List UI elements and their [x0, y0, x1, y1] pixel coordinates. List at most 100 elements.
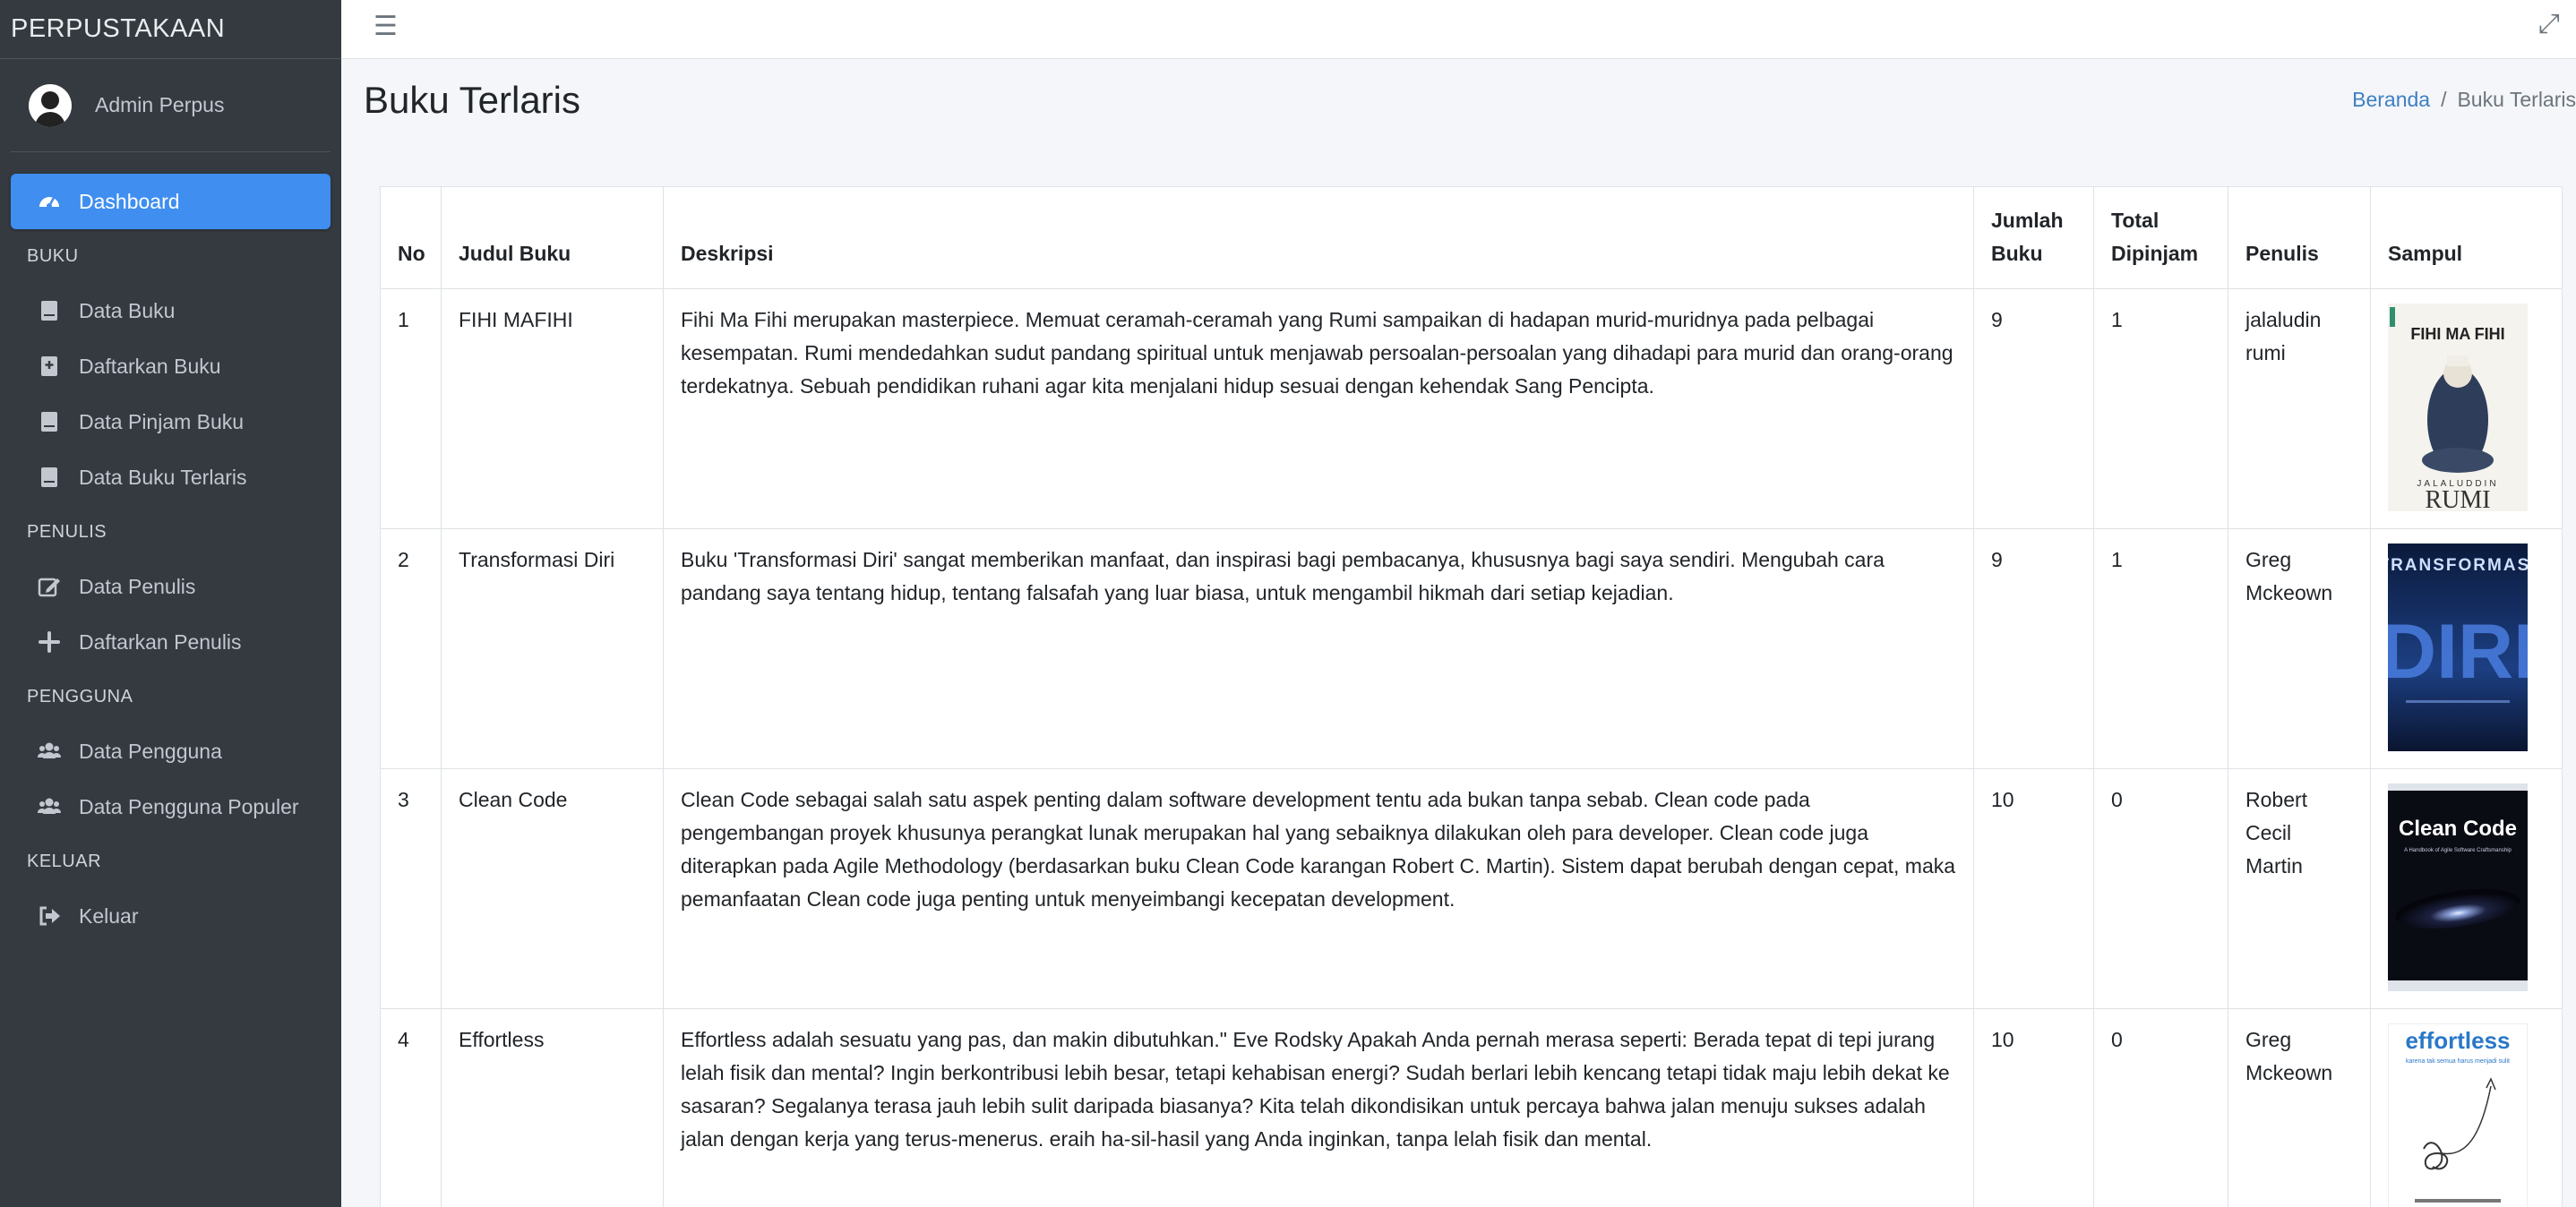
cell-deskripsi: Buku 'Transformasi Diri' sangat memberik… — [663, 528, 1974, 769]
book-cover-effortless: effortless karena tak semua harus menjad… — [2388, 1023, 2528, 1207]
sidebar-item-label: Dashboard — [79, 189, 180, 213]
cell-no: 3 — [380, 768, 442, 1009]
cell-penulis: jalaludin rumi — [2228, 288, 2371, 529]
top-navbar: ☰ ⤢ — [341, 0, 2576, 59]
sidebar-item-data-penulis[interactable]: Data Penulis — [11, 559, 331, 614]
sidebar-item-daftarkan-penulis[interactable]: Daftarkan Penulis — [11, 614, 331, 670]
cell-deskripsi: Effortless adalah sesuatu yang pas, dan … — [663, 1008, 1974, 1207]
table-row: 2 Transformasi Diri Buku 'Transformasi D… — [380, 528, 2563, 769]
cell-no: 2 — [380, 528, 442, 769]
cell-jumlah: 9 — [1973, 288, 2094, 529]
sign-out-icon — [36, 903, 63, 929]
dashboard-icon — [36, 188, 63, 215]
svg-text:TRANSFORMASI: TRANSFORMASI — [2388, 556, 2528, 575]
breadcrumb-home-link[interactable]: Beranda — [2352, 88, 2430, 111]
best-seller-table: No Judul Buku Deskripsi Jumlah Buku Total… — [380, 186, 2563, 1207]
book-icon — [36, 408, 63, 435]
cell-penulis: Greg Mckeown — [2228, 1008, 2371, 1207]
nav-header-buku: BUKU — [27, 245, 79, 266]
sidebar-item-data-buku-terlaris[interactable]: Data Buku Terlaris — [11, 449, 331, 505]
users-icon — [36, 793, 63, 820]
cell-penulis: Greg Mckeown — [2228, 528, 2371, 769]
fullscreen-icon[interactable]: ⤢ — [2538, 9, 2560, 39]
cell-jumlah: 10 — [1973, 1008, 2094, 1207]
cell-judul: Transformasi Diri — [441, 528, 664, 769]
page-title: Buku Terlaris — [364, 79, 580, 121]
sidebar-item-label: Data Buku Terlaris — [79, 465, 247, 489]
table-header-row: No Judul Buku Deskripsi Jumlah Buku Total… — [380, 186, 2563, 289]
breadcrumb-separator: / — [2441, 88, 2447, 111]
menu-toggle-icon[interactable]: ☰ — [374, 11, 398, 42]
users-icon — [36, 738, 63, 765]
cell-sampul: Clean Code A Handbook of Agile Software … — [2370, 768, 2563, 1009]
cell-jumlah: 9 — [1973, 528, 2094, 769]
table-row: 4 Effortless Effortless adalah sesuatu y… — [380, 1008, 2563, 1207]
table-row: 3 Clean Code Clean Code sebagai salah sa… — [380, 768, 2563, 1009]
sidebar-item-data-pengguna[interactable]: Data Pengguna — [11, 723, 331, 779]
cell-sampul: TRANSFORMASI DIRI — [2370, 528, 2563, 769]
cell-no: 4 — [380, 1008, 442, 1207]
nav-header-penulis: PENULIS — [27, 521, 107, 542]
sidebar: PERPUSTAKAAN Admin Perpus Dashboard BUKU… — [0, 0, 341, 1207]
book-plus-icon — [36, 353, 63, 380]
column-header-no: No — [380, 186, 442, 289]
book-cover-transformasi-diri: TRANSFORMASI DIRI — [2388, 544, 2528, 751]
brand-link[interactable]: PERPUSTAKAAN — [0, 0, 341, 59]
sidebar-item-label: Data Pengguna — [79, 739, 222, 763]
sidebar-item-label: Data Penulis — [79, 574, 196, 598]
column-header-sampul: Sampul — [2370, 186, 2563, 289]
column-header-jumlah: Jumlah Buku — [1973, 186, 2094, 289]
sidebar-item-data-pengguna-populer[interactable]: Data Pengguna Populer — [11, 779, 331, 835]
sidebar-item-label: Keluar — [79, 903, 139, 928]
cell-dipinjam: 0 — [2093, 1008, 2228, 1207]
cell-dipinjam: 0 — [2093, 768, 2228, 1009]
cell-judul: FIHI MAFIHI — [441, 288, 664, 529]
book-icon — [36, 464, 63, 491]
avatar — [29, 83, 72, 127]
sidebar-item-keluar[interactable]: Keluar — [11, 888, 331, 944]
cell-sampul: FIHI MA FIHI JALALUDDIN RUMI — [2370, 288, 2563, 529]
sidebar-item-dashboard[interactable]: Dashboard — [11, 174, 331, 229]
cell-deskripsi: Fihi Ma Fihi merupakan masterpiece. Memu… — [663, 288, 1974, 529]
user-panel[interactable]: Admin Perpus — [11, 59, 331, 152]
svg-text:A Handbook of Agile Software C: A Handbook of Agile Software Craftsmansh… — [2404, 848, 2512, 853]
book-icon — [36, 297, 63, 324]
table-row: 1 FIHI MAFIHI Fihi Ma Fihi merupakan mas… — [380, 288, 2563, 529]
sidebar-item-label: Daftarkan Penulis — [79, 629, 242, 654]
user-name[interactable]: Admin Perpus — [95, 93, 224, 117]
breadcrumb-current: Buku Terlaris — [2457, 88, 2576, 111]
cell-dipinjam: 1 — [2093, 528, 2228, 769]
sidebar-item-label: Data Pinjam Buku — [79, 409, 245, 433]
cell-sampul: effortless karena tak semua harus menjad… — [2370, 1008, 2563, 1207]
sidebar-item-label: Data Buku — [79, 298, 176, 322]
book-cover-clean-code: Clean Code A Handbook of Agile Software … — [2388, 783, 2528, 991]
column-header-deskripsi: Deskripsi — [663, 186, 1974, 289]
cell-judul: Clean Code — [441, 768, 664, 1009]
svg-text:FIHI MA FIHI: FIHI MA FIHI — [2410, 325, 2504, 343]
svg-text:Clean Code: Clean Code — [2399, 817, 2517, 841]
cell-penulis: Robert Cecil Martin — [2228, 768, 2371, 1009]
sidebar-nav: Dashboard BUKU Data Buku Daftarkan Buku … — [0, 152, 341, 944]
cell-no: 1 — [380, 288, 442, 529]
breadcrumb: Beranda / Buku Terlaris — [2352, 88, 2576, 112]
book-cover-fihi-mafihi: FIHI MA FIHI JALALUDDIN RUMI — [2388, 304, 2528, 511]
svg-text:effortless: effortless — [2405, 1027, 2510, 1054]
nav-header-keluar: KELUAR — [27, 851, 102, 871]
plus-icon — [36, 629, 63, 655]
column-header-penulis: Penulis — [2228, 186, 2371, 289]
svg-text:karena tak semua harus menjadi: karena tak semua harus menjadi sulit — [2406, 1058, 2510, 1065]
brand-text: PERPUSTAKAAN — [11, 14, 226, 43]
svg-text:RUMI: RUMI — [2425, 486, 2490, 511]
sidebar-item-label: Data Pengguna Populer — [79, 794, 299, 818]
edit-icon — [36, 573, 63, 600]
best-seller-table-card: No Judul Buku Deskripsi Jumlah Buku Total… — [380, 186, 2563, 1207]
cell-jumlah: 10 — [1973, 768, 2094, 1009]
cell-judul: Effortless — [441, 1008, 664, 1207]
sidebar-item-data-pinjam-buku[interactable]: Data Pinjam Buku — [11, 394, 331, 449]
column-header-total-dipinjam: Total Dipinjam — [2093, 186, 2228, 289]
sidebar-item-daftarkan-buku[interactable]: Daftarkan Buku — [11, 338, 331, 394]
nav-header-pengguna: PENGGUNA — [27, 686, 133, 706]
sidebar-item-label: Daftarkan Buku — [79, 354, 221, 378]
sidebar-item-data-buku[interactable]: Data Buku — [11, 283, 331, 338]
column-header-judul: Judul Buku — [441, 186, 664, 289]
